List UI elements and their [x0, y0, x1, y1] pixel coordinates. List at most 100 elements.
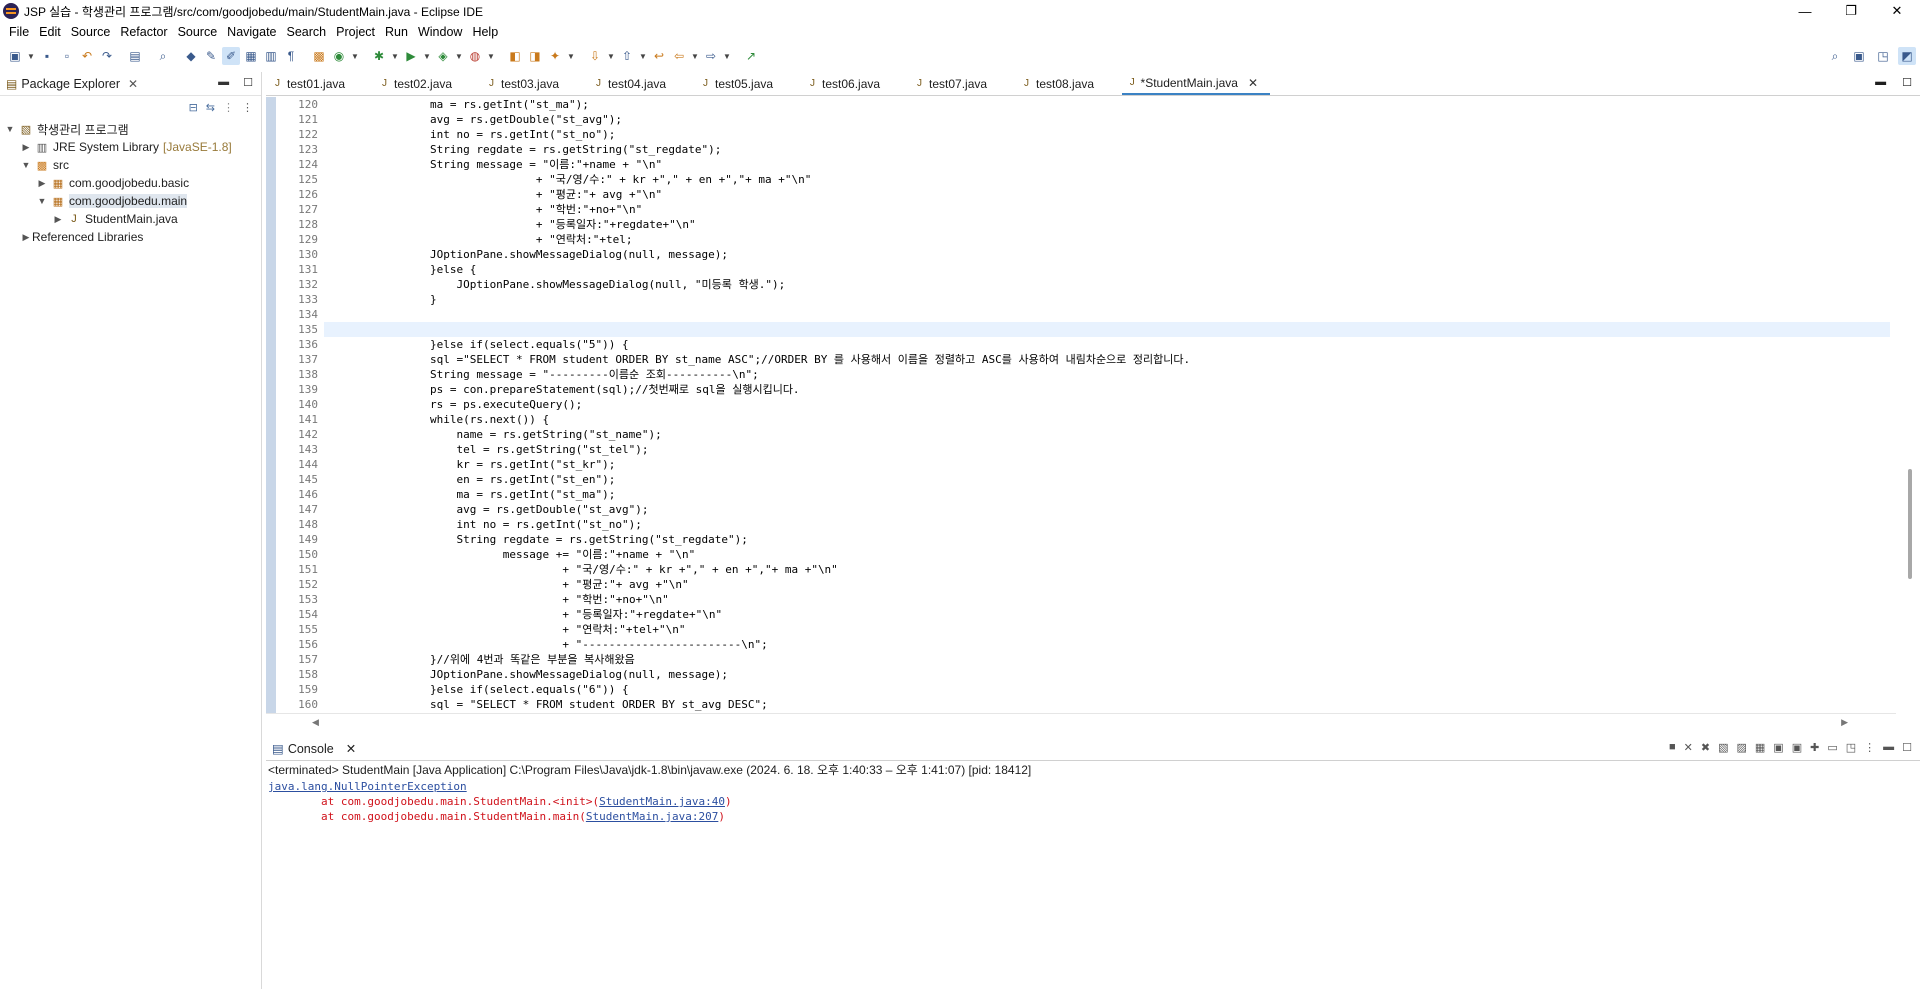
code-line[interactable]: sql = "SELECT * FROM student ORDER BY st… — [324, 697, 1890, 712]
tab-console[interactable]: ▤ Console ✕ — [266, 741, 356, 757]
pin-editor-icon[interactable]: ↗ — [742, 47, 760, 65]
coverage-dropdown-icon[interactable]: ▼ — [390, 47, 400, 65]
search-icon[interactable]: ⌕ — [1826, 47, 1844, 65]
tab-test04[interactable]: Jtest04.java — [587, 72, 694, 95]
next-annotation-icon[interactable]: ⇩ — [586, 47, 604, 65]
coverage-icon[interactable]: ✱ — [370, 47, 388, 65]
code-text[interactable]: ma = rs.getInt("st_ma"); avg = rs.getDou… — [324, 97, 1890, 712]
code-line[interactable]: + "등록일자:"+regdate+"\n" — [324, 607, 1890, 622]
chevron-right-icon[interactable]: ▶ — [52, 214, 64, 225]
stack-trace-link[interactable]: StudentMain.java:207 — [586, 810, 718, 823]
code-line[interactable]: name = rs.getString("st_name"); — [324, 427, 1890, 442]
code-line[interactable]: ps = con.prepareStatement(sql);//첫번째로 sq… — [324, 382, 1890, 397]
forward-icon[interactable]: ⇨ — [702, 47, 720, 65]
tab-test01[interactable]: Jtest01.java — [266, 72, 373, 95]
code-line[interactable]: sql ="SELECT * FROM student ORDER BY st_… — [324, 352, 1890, 367]
chevron-down-icon[interactable]: ▼ — [4, 124, 16, 134]
back-icon[interactable]: ⇦ — [670, 47, 688, 65]
run-dropdown-icon[interactable]: ▼ — [422, 47, 432, 65]
remove-launch-icon[interactable]: ✕ — [1684, 741, 1693, 754]
minimize-view-icon[interactable]: ▬ — [1883, 741, 1894, 754]
pin-console-icon[interactable]: ✚ — [1810, 741, 1819, 754]
menu-source[interactable]: Source — [66, 25, 116, 39]
terminal-icon[interactable]: ▤ — [126, 47, 144, 65]
terminate-icon[interactable]: ■ — [1669, 741, 1676, 754]
code-line[interactable]: + "연락처:"+tel+"\n" — [324, 622, 1890, 637]
mark-occurrences-icon[interactable]: ✐ — [222, 47, 240, 65]
clear-console-icon[interactable]: ▧ — [1718, 741, 1728, 754]
scroll-right-icon[interactable]: ▶ — [1841, 717, 1848, 728]
tab-studentmain[interactable]: J *StudentMain.java ✕ — [1122, 72, 1270, 95]
menu-refactor[interactable]: Refactor — [115, 25, 172, 39]
maximize-button[interactable]: ❐ — [1828, 0, 1874, 22]
close-window-button[interactable]: ✕ — [1874, 0, 1920, 22]
tree-item-jre[interactable]: ▶ ▥ JRE System Library [JavaSE-1.8] — [0, 138, 261, 156]
package-explorer-tab[interactable]: ▤ Package Explorer ✕ ▬ ☐ — [0, 72, 261, 96]
word-wrap-icon[interactable]: ▥ — [262, 47, 280, 65]
new-server-dropdown-icon[interactable]: ▼ — [486, 47, 496, 65]
next-annotation-dropdown-icon[interactable]: ▼ — [606, 47, 616, 65]
code-line[interactable]: + "학번:"+no+"\n" — [324, 202, 1890, 217]
code-line[interactable]: tel = rs.getString("st_tel"); — [324, 442, 1890, 457]
new-icon[interactable]: ▣ — [6, 47, 24, 65]
scrollbar-thumb[interactable] — [1908, 469, 1912, 579]
close-icon[interactable]: ✕ — [128, 77, 138, 91]
undo-icon[interactable]: ↶ — [78, 47, 96, 65]
code-line[interactable]: en = rs.getInt("st_en"); — [324, 472, 1890, 487]
display-console-icon[interactable]: ▭ — [1827, 741, 1837, 754]
code-line[interactable]: + "등록일자:"+regdate+"\n" — [324, 217, 1890, 232]
menu-file[interactable]: File — [4, 25, 34, 39]
tab-test05[interactable]: Jtest05.java — [694, 72, 801, 95]
word-wrap-icon[interactable]: ▦ — [1755, 741, 1765, 754]
chevron-right-icon[interactable]: ▶ — [20, 142, 32, 153]
open-task-icon[interactable]: ✦ — [546, 47, 564, 65]
maximize-view-icon[interactable]: ☐ — [243, 76, 253, 89]
close-icon[interactable]: ✕ — [346, 741, 356, 756]
collapse-all-icon[interactable]: ⊟ — [189, 101, 198, 114]
code-line[interactable]: int no = rs.getInt("st_no"); — [324, 127, 1890, 142]
task-dropdown-icon[interactable]: ▼ — [566, 47, 576, 65]
package-icon[interactable]: ▩ — [310, 47, 328, 65]
tab-test08[interactable]: Jtest08.java — [1015, 72, 1122, 95]
maximize-view-icon[interactable]: ☐ — [1902, 741, 1912, 754]
scroll-lock-icon[interactable]: ▨ — [1736, 741, 1746, 754]
tab-test06[interactable]: Jtest06.java — [801, 72, 908, 95]
code-line[interactable]: }//위에 4번과 똑같은 부분을 복사해왔음 — [324, 652, 1890, 667]
tab-test03[interactable]: Jtest03.java — [480, 72, 587, 95]
code-line[interactable]: + "국/영/수:" + kr +"," + en +","+ ma +"\n" — [324, 172, 1890, 187]
perspective-switch-icon[interactable]: ▣ — [1850, 47, 1868, 65]
code-line[interactable]: int no = rs.getInt("st_no"); — [324, 517, 1890, 532]
chevron-down-icon[interactable]: ▼ — [20, 160, 32, 170]
forward-dropdown-icon[interactable]: ▼ — [722, 47, 732, 65]
chevron-right-icon[interactable]: ▶ — [36, 178, 48, 189]
scroll-left-icon[interactable]: ◀ — [312, 717, 319, 728]
code-line[interactable]: kr = rs.getInt("st_kr"); — [324, 457, 1890, 472]
skip-breakpoints-icon[interactable]: ◆ — [182, 47, 200, 65]
minimize-view-icon[interactable]: ▬ — [218, 76, 229, 89]
back-dropdown-icon[interactable]: ▼ — [690, 47, 700, 65]
save-icon[interactable]: ▪ — [38, 47, 56, 65]
open-type-icon[interactable]: ◨ — [526, 47, 544, 65]
external-tools-dropdown-icon[interactable]: ▼ — [454, 47, 464, 65]
toggle-block-icon[interactable]: ▦ — [242, 47, 260, 65]
exception-line[interactable]: java.lang.NullPointerException — [268, 779, 1920, 794]
tab-test02[interactable]: Jtest02.java — [373, 72, 480, 95]
code-line[interactable]: avg = rs.getDouble("st_avg"); — [324, 112, 1890, 127]
new-server-icon[interactable]: ◍ — [466, 47, 484, 65]
code-line[interactable]: + "학번:"+no+"\n" — [324, 592, 1890, 607]
view-menu-icon[interactable]: ⋮ — [1864, 741, 1875, 754]
menu-run[interactable]: Run — [380, 25, 413, 39]
menu-navigate[interactable]: Navigate — [222, 25, 281, 39]
view-menu-icon[interactable]: ⋮ — [242, 101, 253, 114]
tab-test07[interactable]: Jtest07.java — [908, 72, 1015, 95]
minimize-editor-icon[interactable]: ▬ — [1875, 76, 1886, 89]
show-on-error-icon[interactable]: ▣ — [1792, 741, 1802, 754]
code-line[interactable] — [324, 322, 1890, 337]
code-line[interactable] — [324, 307, 1890, 322]
code-line[interactable]: ma = rs.getInt("st_ma"); — [324, 97, 1890, 112]
code-line[interactable]: ma = rs.getInt("st_ma"); — [324, 487, 1890, 502]
code-line[interactable]: + "평균:"+ avg +"\n" — [324, 577, 1890, 592]
open-console-icon[interactable]: ◳ — [1846, 741, 1856, 754]
show-on-output-icon[interactable]: ▣ — [1773, 741, 1783, 754]
tree-item-src[interactable]: ▼ ▩ src — [0, 156, 261, 174]
